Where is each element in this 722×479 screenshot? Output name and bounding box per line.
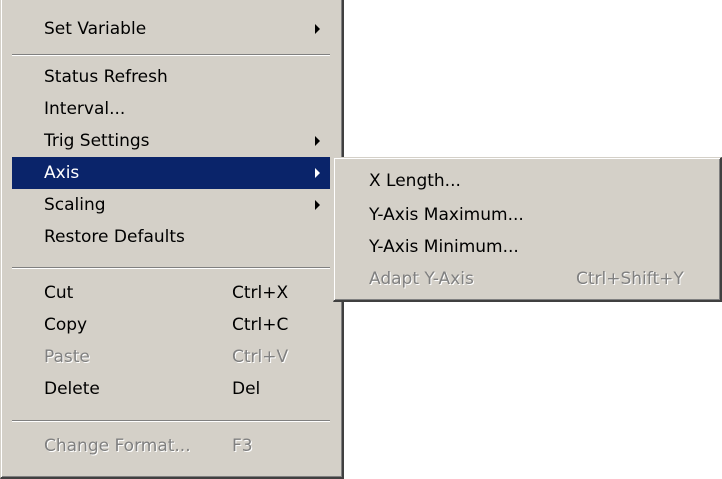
menu-item-cut[interactable]: Cut Ctrl+X — [12, 277, 330, 309]
menu-item-label: Status Refresh — [44, 67, 168, 87]
menu-item-label: Change Format... — [44, 436, 191, 456]
menu-separator — [12, 267, 330, 269]
menu-item-label: Scaling — [44, 195, 106, 215]
submenu-arrow-icon — [315, 136, 320, 146]
menu-item-label: Adapt Y-Axis — [369, 269, 474, 289]
menu-item-trig-settings[interactable]: Trig Settings — [12, 125, 330, 157]
menu-item-restore-defaults[interactable]: Restore Defaults — [12, 221, 330, 253]
context-menu: Set Variable Status Refresh Interval... … — [0, 0, 344, 479]
menu-separator — [12, 54, 330, 56]
menu-item-interval[interactable]: Interval... — [12, 93, 330, 125]
menu-item-label: Delete — [44, 379, 100, 399]
menu-item-shortcut: Ctrl+V — [232, 347, 289, 367]
menu-item-label: Axis — [44, 163, 80, 183]
menu-item-set-variable[interactable]: Set Variable — [12, 13, 330, 45]
menu-item-label: X Length... — [369, 171, 461, 191]
axis-submenu: X Length... Y-Axis Maximum... Y-Axis Min… — [333, 157, 722, 302]
menu-item-shortcut: Ctrl+C — [232, 315, 289, 335]
menu-item-paste: Paste Ctrl+V — [12, 341, 330, 373]
submenu-item-x-length[interactable]: X Length... — [345, 165, 712, 197]
menu-item-shortcut: Ctrl+Shift+Y — [576, 269, 684, 289]
menu-item-label: Y-Axis Maximum... — [369, 205, 524, 225]
menu-item-delete[interactable]: Delete Del — [12, 373, 330, 405]
menu-item-scaling[interactable]: Scaling — [12, 189, 330, 221]
submenu-arrow-icon — [315, 200, 320, 210]
menu-item-change-format: Change Format... F3 — [12, 430, 330, 462]
submenu-item-y-axis-minimum[interactable]: Y-Axis Minimum... — [345, 231, 712, 263]
submenu-item-y-axis-maximum[interactable]: Y-Axis Maximum... — [345, 199, 712, 231]
submenu-arrow-icon — [315, 168, 320, 178]
menu-item-label: Paste — [44, 347, 90, 367]
menu-item-status-refresh[interactable]: Status Refresh — [12, 61, 330, 93]
menu-item-label: Y-Axis Minimum... — [369, 237, 519, 257]
submenu-arrow-icon — [315, 24, 320, 34]
menu-item-label: Trig Settings — [44, 131, 150, 151]
menu-item-shortcut: Del — [232, 379, 261, 399]
menu-item-shortcut: F3 — [232, 436, 253, 456]
submenu-item-adapt-y-axis: Adapt Y-Axis Ctrl+Shift+Y — [345, 263, 712, 295]
menu-item-label: Set Variable — [44, 19, 147, 39]
menu-item-label: Restore Defaults — [44, 227, 185, 247]
menu-item-label: Interval... — [44, 99, 126, 119]
menu-item-label: Cut — [44, 283, 74, 303]
menu-item-axis[interactable]: Axis — [12, 157, 330, 189]
menu-separator — [12, 420, 330, 422]
menu-item-label: Copy — [44, 315, 88, 335]
menu-item-shortcut: Ctrl+X — [232, 283, 289, 303]
menu-item-copy[interactable]: Copy Ctrl+C — [12, 309, 330, 341]
